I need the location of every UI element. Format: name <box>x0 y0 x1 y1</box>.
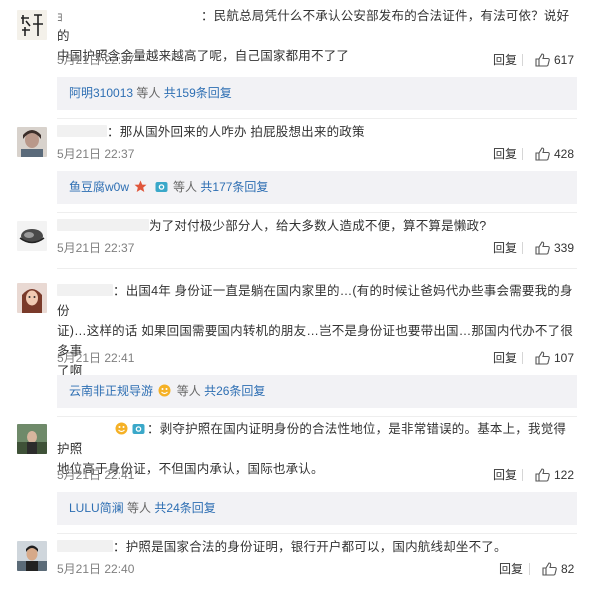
avatar[interactable] <box>17 221 47 251</box>
thumbs-up-icon <box>535 351 550 365</box>
vip-badge-icon <box>115 422 128 435</box>
username[interactable] <box>57 284 113 296</box>
comment-time: 5月21日 22:41 <box>57 351 135 365</box>
like-count: 617 <box>554 53 575 67</box>
like-count: 428 <box>554 147 575 161</box>
thumbs-up-icon <box>535 53 550 67</box>
like-count: 339 <box>554 241 575 255</box>
sub-reply-user[interactable]: 云南非正规导游 <box>69 384 153 398</box>
divider <box>57 268 577 269</box>
thumbs-up-icon <box>535 241 550 255</box>
vip-badge-icon <box>158 384 171 397</box>
sub-reply-mid: 等人 <box>176 384 201 398</box>
like-button[interactable]: 122 <box>535 467 574 483</box>
username[interactable] <box>57 219 149 231</box>
comment-time: 5月21日 22:40 <box>57 562 135 576</box>
reply-button[interactable]: 回复 <box>499 561 523 577</box>
sub-reply-box[interactable]: 鱼豆腐w0w 等人 共177条回复 <box>57 171 577 204</box>
comment-time: 5月21日 22:37 <box>57 147 135 161</box>
separator <box>522 352 523 364</box>
reply-button[interactable]: 回复 <box>493 240 517 256</box>
sub-reply-count[interactable]: 共26条回复 <box>204 384 265 398</box>
avatar[interactable] <box>17 127 47 157</box>
reply-button[interactable]: 回复 <box>493 350 517 366</box>
username[interactable] <box>57 125 107 137</box>
sub-reply-user[interactable]: LULU简澜 <box>69 501 124 515</box>
comment-text: ：出国4年 身份证一直是躺在国内家里的…(有的时候让爸妈代办些事会需要我的身份 … <box>57 284 574 378</box>
like-button[interactable]: 617 <box>535 52 574 68</box>
star-badge-icon <box>134 180 147 192</box>
like-count: 82 <box>561 562 575 576</box>
like-button[interactable]: 107 <box>535 350 574 366</box>
like-count: 107 <box>554 351 575 365</box>
comment-time: 5月21日 22:37 <box>57 241 135 255</box>
sub-reply-user[interactable]: 阿明310013 <box>69 86 133 100</box>
divider <box>57 118 577 119</box>
divider <box>57 533 577 534</box>
avatar[interactable] <box>17 10 47 40</box>
separator <box>522 54 523 66</box>
separator <box>522 469 523 481</box>
sub-reply-mid: 等人 <box>173 180 198 194</box>
sub-reply-user[interactable]: 鱼豆腐w0w <box>69 180 129 194</box>
reply-button[interactable]: 回复 <box>493 467 517 483</box>
reply-button[interactable]: 回复 <box>493 52 517 68</box>
thumbs-up-icon <box>535 468 550 482</box>
username[interactable] <box>57 540 113 552</box>
comment-text: ：护照是国家合法的身份证明，银行开户都可以，国内航线却坐不了。 <box>57 537 577 557</box>
separator <box>522 242 523 254</box>
thumbs-up-icon <box>542 562 557 576</box>
username[interactable] <box>57 422 113 434</box>
avatar[interactable] <box>17 283 47 313</box>
sub-reply-count[interactable]: 共24条回复 <box>154 501 215 515</box>
like-button[interactable]: 82 <box>542 561 574 577</box>
avatar[interactable] <box>17 541 47 571</box>
comment-text: 为了对付极少部分人，给大多数人造成不便，算不算是懒政? <box>57 216 577 236</box>
sub-reply-box[interactable]: 云南非正规导游 等人 共26条回复 <box>57 375 577 408</box>
divider <box>57 212 577 213</box>
sub-reply-mid: 等人 <box>136 86 161 100</box>
sub-reply-count[interactable]: 共177条回复 <box>200 180 268 194</box>
camera-badge-icon <box>155 182 168 192</box>
sub-reply-mid: 等人 <box>127 501 152 515</box>
divider <box>57 416 577 417</box>
thumbs-up-icon <box>535 147 550 161</box>
like-count: 122 <box>554 468 575 482</box>
sub-reply-box[interactable]: LULU简澜 等人 共24条回复 <box>57 492 577 525</box>
like-button[interactable]: 428 <box>535 146 574 162</box>
sub-reply-count[interactable]: 共159条回复 <box>164 86 232 100</box>
sub-reply-box[interactable]: 阿明310013 等人 共159条回复 <box>57 77 577 110</box>
comment-time: 5月21日 22:41 <box>57 468 135 482</box>
camera-badge-icon <box>132 424 145 434</box>
comment-time: 5月21日 22:37 <box>57 53 135 67</box>
separator <box>522 148 523 160</box>
like-button[interactable]: 339 <box>535 240 574 256</box>
comment-text: ：那从国外回来的人咋办 拍屁股想出来的政策 <box>57 122 577 142</box>
avatar[interactable] <box>17 424 47 454</box>
separator <box>529 563 530 575</box>
reply-button[interactable]: 回复 <box>493 146 517 162</box>
